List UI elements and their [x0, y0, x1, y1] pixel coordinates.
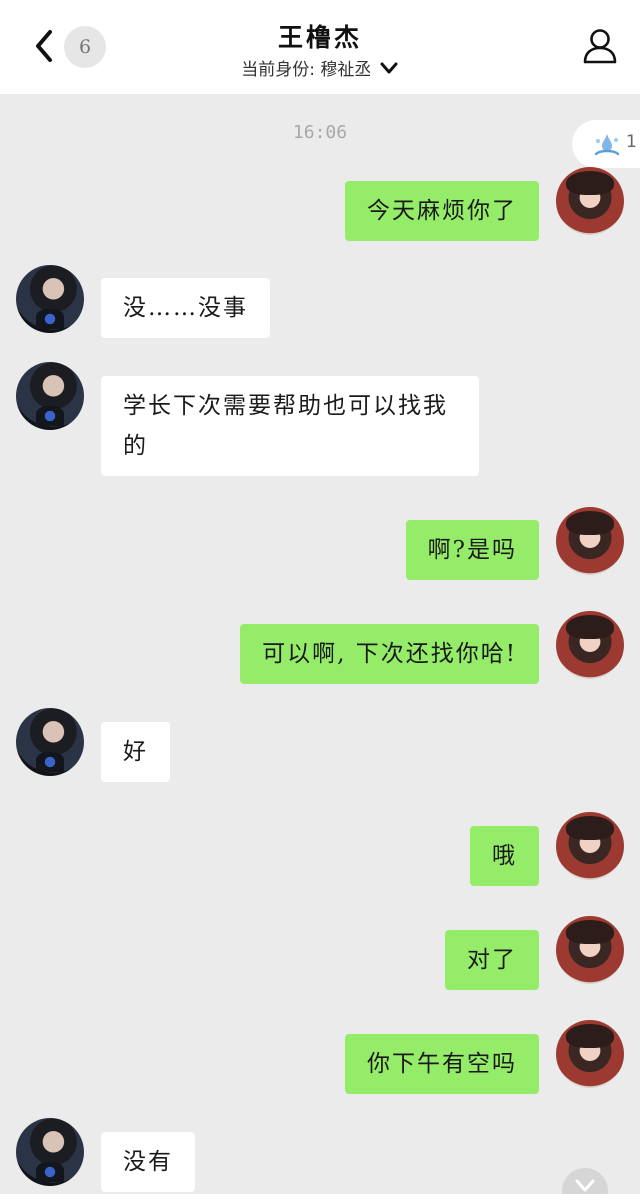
- message-bubble-outgoing[interactable]: 啊?是吗: [405, 520, 539, 580]
- chevron-down-icon: [575, 1179, 595, 1192]
- user-profile-icon[interactable]: [582, 27, 618, 65]
- contact-avatar[interactable]: [16, 708, 84, 776]
- chat-header: 6 王橹杰 当前身份: 穆祉丞: [0, 0, 640, 94]
- contact-avatar[interactable]: [16, 362, 84, 430]
- floating-count: 1: [626, 132, 637, 152]
- chevron-down-icon: [380, 62, 398, 73]
- message-bubble-outgoing[interactable]: 今天麻烦你了: [345, 181, 539, 241]
- message-timestamp: 16:06: [292, 122, 348, 143]
- message-bubble-incoming[interactable]: 没有: [101, 1132, 195, 1192]
- identity-switcher[interactable]: 当前身份: 穆祉丞: [0, 55, 640, 80]
- message-bubble-incoming[interactable]: 好: [101, 722, 170, 782]
- splash-icon: [594, 134, 620, 156]
- message-bubble-outgoing[interactable]: 对了: [445, 930, 539, 990]
- my-avatar[interactable]: [556, 167, 624, 235]
- my-avatar[interactable]: [556, 1020, 624, 1088]
- message-bubble-incoming[interactable]: 学长下次需要帮助也可以找我的: [101, 376, 479, 476]
- contact-avatar[interactable]: [16, 265, 84, 333]
- my-avatar[interactable]: [556, 507, 624, 575]
- my-avatar[interactable]: [556, 916, 624, 984]
- scroll-to-bottom-button[interactable]: [562, 1168, 608, 1194]
- contact-avatar[interactable]: [16, 1118, 84, 1186]
- message-bubble-incoming[interactable]: 没……没事: [101, 278, 270, 338]
- chat-title: 王橹杰: [277, 23, 362, 52]
- message-bubble-outgoing[interactable]: 你下午有空吗: [345, 1034, 539, 1094]
- floating-notification-pill[interactable]: 1: [572, 120, 640, 168]
- message-bubble-outgoing[interactable]: 哦: [470, 826, 539, 886]
- my-avatar[interactable]: [556, 812, 624, 880]
- message-bubble-outgoing[interactable]: 可以啊, 下次还找你哈!: [240, 624, 539, 684]
- identity-label: 当前身份: 穆祉丞: [241, 60, 372, 80]
- my-avatar[interactable]: [556, 611, 624, 679]
